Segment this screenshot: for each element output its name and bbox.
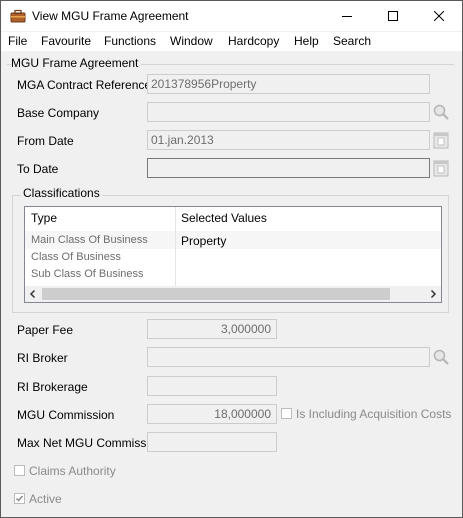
from-date-field[interactable]: 01.jan.2013	[147, 130, 430, 150]
minimize-icon	[342, 16, 352, 17]
window-title: View MGU Frame Agreement	[32, 9, 189, 23]
menu-help[interactable]: Help	[294, 34, 319, 48]
paper-fee-field[interactable]: 3,000000	[147, 319, 277, 339]
to-date-label: To Date	[17, 162, 59, 176]
claims-authority-label: Claims Authority	[29, 464, 116, 478]
menu-search[interactable]: Search	[333, 34, 371, 48]
table-row-type[interactable]: Main Class Of Business	[31, 234, 148, 246]
minimize-button[interactable]	[324, 1, 370, 31]
chevron-right-icon[interactable]	[428, 289, 438, 299]
grid-header: Type Selected Values	[25, 207, 441, 232]
maximize-button[interactable]	[370, 1, 416, 31]
window: View MGU Frame Agreement File Favourite …	[0, 0, 463, 518]
active-label: Active	[29, 492, 62, 506]
to-date-field[interactable]	[147, 158, 430, 178]
from-date-label: From Date	[17, 134, 74, 148]
column-type[interactable]: Type	[31, 211, 57, 225]
including-acquisition-costs-checkbox[interactable]	[281, 408, 292, 419]
base-company-label: Base Company	[17, 106, 100, 120]
close-icon	[434, 11, 444, 21]
menu-hardcopy[interactable]: Hardcopy	[228, 34, 279, 48]
chevron-left-icon[interactable]	[28, 289, 38, 299]
ri-brokerage-field[interactable]	[147, 376, 277, 396]
base-company-search-button[interactable]	[431, 102, 451, 122]
from-date-calendar-button[interactable]	[433, 130, 453, 150]
contract-ref-field[interactable]: 201378956Property	[147, 74, 430, 94]
classifications-legend: Classifications	[21, 186, 102, 200]
menu-functions[interactable]: Functions	[104, 34, 156, 48]
max-net-mgu-commission-label: Max Net MGU Commission	[17, 436, 163, 450]
including-acquisition-costs-label: Is Including Acquisition Costs	[296, 407, 452, 421]
mgu-commission-field[interactable]: 18,000000	[147, 404, 277, 424]
menu-file[interactable]: File	[8, 34, 27, 48]
table-row-type[interactable]: Sub Class Of Business	[31, 268, 144, 280]
base-company-field[interactable]	[147, 102, 430, 122]
title-bar[interactable]: View MGU Frame Agreement	[1, 1, 462, 31]
calendar-icon	[433, 132, 449, 149]
search-icon	[433, 349, 449, 365]
claims-authority-checkbox[interactable]	[14, 465, 25, 476]
menu-favourite[interactable]: Favourite	[41, 34, 91, 48]
ri-broker-label: RI Broker	[17, 351, 68, 365]
search-icon	[433, 104, 449, 120]
classifications-grid[interactable]: Type Selected Values Main Class Of Busin…	[24, 206, 442, 303]
table-row-value[interactable]: Property	[181, 234, 226, 248]
checkmark-icon	[15, 495, 24, 502]
close-button[interactable]	[416, 1, 462, 31]
menu-bar: File Favourite Functions Window Hardcopy…	[1, 32, 462, 51]
group-title: MGU Frame Agreement	[11, 56, 142, 70]
ri-broker-search-button[interactable]	[431, 347, 451, 367]
calendar-icon	[433, 160, 449, 177]
horizontal-scrollbar[interactable]	[25, 286, 441, 302]
contract-ref-label: MGA Contract Reference	[17, 78, 152, 92]
column-separator	[175, 207, 176, 287]
ri-brokerage-label: RI Brokerage	[17, 380, 88, 394]
paper-fee-label: Paper Fee	[17, 323, 74, 337]
mgu-commission-label: MGU Commission	[17, 408, 115, 422]
maximize-icon	[388, 11, 398, 21]
table-row-type[interactable]: Class Of Business	[31, 251, 121, 263]
max-net-mgu-commission-field[interactable]	[147, 432, 277, 452]
scrollbar-thumb[interactable]	[42, 288, 390, 300]
column-selected-values[interactable]: Selected Values	[181, 211, 267, 225]
ri-broker-field[interactable]	[147, 347, 430, 367]
to-date-calendar-button[interactable]	[433, 158, 453, 178]
active-checkbox[interactable]	[14, 493, 25, 504]
briefcase-icon	[10, 9, 26, 23]
menu-window[interactable]: Window	[170, 34, 213, 48]
